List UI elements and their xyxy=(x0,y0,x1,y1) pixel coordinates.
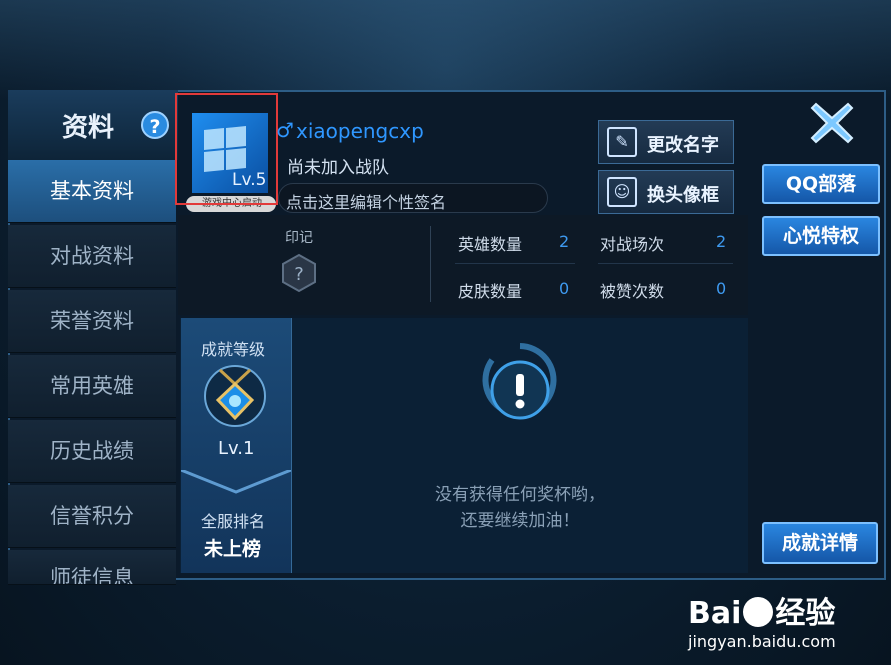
username: xiaopengcxp xyxy=(296,119,424,143)
close-icon[interactable] xyxy=(806,96,858,148)
qq-tribe-button[interactable]: QQ部落 xyxy=(762,164,880,204)
empty-trophy-message: 没有获得任何奖杯哟， 还要继续加油！ xyxy=(400,482,640,534)
battle-count-value: 2 xyxy=(716,232,727,251)
stats-row-divider xyxy=(455,263,575,264)
edit-icon: ✎ xyxy=(607,127,637,157)
skin-count-label: 皮肤数量 xyxy=(458,282,523,301)
svg-text:?: ? xyxy=(294,264,304,285)
hero-count-value: 2 xyxy=(559,232,570,251)
amulet-icon xyxy=(204,365,266,427)
banner-tail xyxy=(181,470,291,494)
empty-message-line2: 还要继续加油！ xyxy=(460,511,580,531)
background-glow xyxy=(0,0,891,100)
achievement-details-button[interactable]: 成就详情 xyxy=(762,522,878,564)
male-icon: ♂ xyxy=(276,118,294,142)
server-rank-value: 未上榜 xyxy=(204,538,262,560)
portrait-icon: ☺ xyxy=(607,177,637,207)
nav-item-mentor[interactable]: 师徒信息 xyxy=(8,550,176,585)
server-rank-label: 全服排名 xyxy=(201,512,266,531)
team-status: 尚未加入战队 xyxy=(287,158,389,178)
mark-hexagon-icon[interactable]: ? xyxy=(280,253,318,293)
battle-count-label: 对战场次 xyxy=(600,235,665,254)
achievement-level: Lv.1 xyxy=(218,438,255,459)
help-button[interactable]: ? xyxy=(141,111,169,139)
likes-count-label: 被赞次数 xyxy=(600,282,665,301)
stats-row-divider xyxy=(598,263,733,264)
page-title: 资料 xyxy=(62,113,115,143)
change-frame-label: 换头像框 xyxy=(647,185,719,206)
nav-item-honor-info[interactable]: 荣誉资料 xyxy=(8,290,176,353)
paw-icon xyxy=(743,597,774,627)
privilege-button[interactable]: 心悦特权 xyxy=(762,216,880,256)
skin-count-value: 0 xyxy=(559,279,570,298)
likes-count-value: 0 xyxy=(716,279,727,298)
signature-placeholder: 点击这里编辑个性签名 xyxy=(286,193,447,212)
mark-label: 印记 xyxy=(285,230,313,246)
watermark-brand: Bai 经验 xyxy=(688,588,835,632)
nav-item-history[interactable]: 历史战绩 xyxy=(8,420,176,483)
rename-label: 更改名字 xyxy=(647,135,719,156)
watermark-brand-text: Bai xyxy=(688,596,742,631)
empty-message-line1: 没有获得任何奖杯哟， xyxy=(435,485,605,505)
watermark-brand-text2: 经验 xyxy=(775,596,836,631)
nav-item-basic-info[interactable]: 基本资料 xyxy=(8,160,176,223)
watermark-url: jingyan.baidu.com xyxy=(688,632,836,651)
achievement-level-title: 成就等级 xyxy=(201,340,266,359)
hero-count-label: 英雄数量 xyxy=(458,235,523,254)
nav-item-battle-info[interactable]: 对战资料 xyxy=(8,225,176,288)
rename-button[interactable]: ✎ 更改名字 xyxy=(598,120,734,164)
highlight-box xyxy=(175,93,278,205)
change-frame-button[interactable]: ☺ 换头像框 xyxy=(598,170,734,214)
nav-item-common-heroes[interactable]: 常用英雄 xyxy=(8,355,176,418)
alert-icon xyxy=(482,343,557,420)
sidebar-nav: 基本资料 对战资料 荣誉资料 常用英雄 历史战绩 信誉积分 师徒信息 xyxy=(8,160,176,587)
nav-item-credit[interactable]: 信誉积分 xyxy=(8,485,176,548)
stats-divider xyxy=(430,226,431,302)
